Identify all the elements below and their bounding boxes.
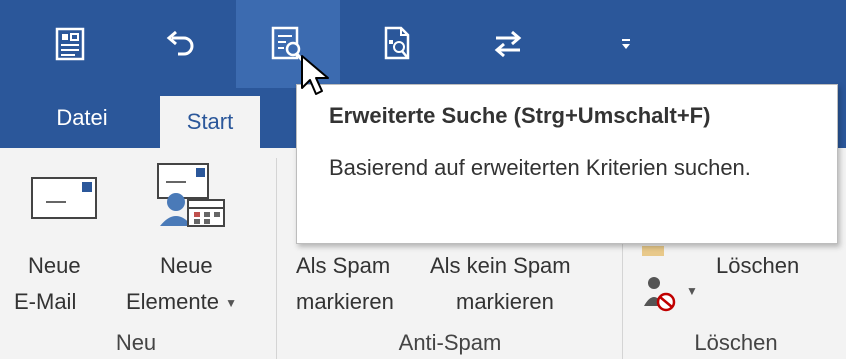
tab-start[interactable]: Start [160,96,260,148]
mark-spam-line2: markieren [296,289,394,314]
new-items-line1: Neue [160,253,213,278]
delete-label: Löschen [716,253,800,278]
undo-button[interactable] [128,0,232,88]
tab-datei[interactable]: Datei [32,88,132,148]
mark-not-spam-line1: Als kein Spam [430,253,571,278]
reply-forward-icon [494,30,522,58]
find-related-icon [384,26,410,60]
new-email-line2: E-Mail [14,289,77,314]
group-label-neu: Neu [115,330,157,355]
mark-not-spam-line2: markieren [456,289,554,314]
new-email-line1: Neue [28,253,81,278]
customize-dropdown-icon [622,39,630,49]
block-sender-dropdown-icon: ▼ [686,284,698,298]
new-items-icon [157,163,225,227]
mouse-cursor-icon [301,55,329,95]
customize-qat-dropdown[interactable] [574,0,678,88]
send-receive-button[interactable] [18,0,122,88]
new-items-dropdown-icon: ▼ [225,296,237,311]
advanced-find-tooltip: Erweiterte Suche (Strg+Umschalt+F) Basie… [296,84,838,244]
new-items-label: Elemente ▼ [126,284,237,321]
envelope-icon [31,177,97,219]
group-label-anti-spam: Anti-Spam [398,330,502,355]
tooltip-title: Erweiterte Suche (Strg+Umschalt+F) [329,103,711,128]
undo-icon [166,30,194,56]
block-sender-icon [644,277,676,312]
ignore-mail-icon [642,246,664,256]
tooltip-description: Basierend auf erweiterten Kriterien such… [329,155,751,180]
quick-access-toolbar [0,0,846,88]
send-receive-icon [55,27,85,61]
reply-forward-button[interactable] [456,0,560,88]
group-label-loeschen: Löschen [694,330,778,355]
group-separator [276,158,277,359]
mark-spam-line1: Als Spam [296,253,391,278]
find-related-button[interactable] [346,0,450,88]
new-items-line2: Elemente [126,289,219,314]
